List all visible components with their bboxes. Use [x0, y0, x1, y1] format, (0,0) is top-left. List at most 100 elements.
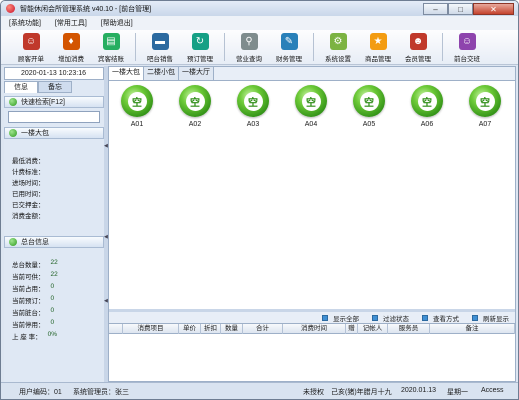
table-column-header[interactable]: 服务员 [388, 324, 430, 334]
tab-area-1[interactable]: 一楼大包 [109, 67, 144, 80]
bar-sale-icon: ▬ [151, 33, 169, 50]
room-status-icon: 空 [295, 85, 327, 117]
room-code: A06 [420, 121, 434, 128]
tab-area-3[interactable]: 一楼大厅 [179, 67, 214, 80]
stats-panel-title: 总台信息 [21, 239, 49, 246]
table-column-header[interactable]: 消费项目 [123, 324, 179, 334]
stats-row: 当前可供： 22 [12, 271, 58, 281]
toolbar-button-2[interactable]: ♦ 增加消费 [51, 30, 91, 65]
stats-label: 当前停用： [12, 322, 45, 329]
room-tile[interactable]: 空 A02 [177, 85, 213, 128]
toolbar-button-8[interactable]: ⚙ 系统设置 [318, 30, 358, 65]
finance-icon: ✎ [280, 33, 298, 50]
stats-row: 当前占用： 0 [12, 283, 54, 293]
room-tile[interactable]: 空 A05 [351, 85, 387, 128]
status-dot-icon [9, 129, 17, 137]
quick-search-header[interactable]: 快速检索[F12] [4, 96, 104, 108]
table-column-header[interactable]: 折扣 [201, 324, 221, 334]
menu-system[interactable]: [系统功能] [9, 18, 41, 28]
quick-search-input[interactable] [8, 111, 100, 123]
toolbar-button-9[interactable]: ★ 商品管理 [358, 30, 398, 65]
toolbar-button-11[interactable]: ☺ 前台交班 [447, 30, 487, 65]
table-column-header[interactable]: 记帐人 [358, 324, 388, 334]
consumption-table-header: 消费项目 单价 折扣 数量 合计 消费时间赠记帐人 服务员 备注 [109, 323, 515, 334]
row-selector-icon[interactable] [109, 324, 123, 334]
table-column-header[interactable]: 备注 [430, 324, 515, 334]
room-field-label: 最低消费： [12, 158, 45, 165]
toolbar-separator [224, 33, 225, 61]
refresh-button[interactable]: 刷新显示 [472, 313, 509, 323]
status-admin: 系统管理员：张三 [73, 389, 129, 396]
area-tabs: 一楼大包 二楼小包 一楼大厅 [109, 67, 515, 81]
room-status-icon: 空 [469, 85, 501, 117]
stats-value: 0 [50, 307, 55, 314]
toolbar-label: 预订管理 [187, 56, 213, 63]
tab-area-2[interactable]: 二楼小包 [144, 67, 179, 80]
toolbar-separator [313, 33, 314, 61]
room-status-text: 空 [301, 91, 321, 111]
stats-label: 总台数量： [12, 262, 45, 269]
status-auth: 未授权 [303, 389, 324, 396]
stats-row: 当前预订： 0 [12, 295, 54, 305]
settings-icon: ⚙ [329, 33, 347, 50]
show-all-button[interactable]: 显示全部 [322, 313, 359, 323]
stats-value: 22 [50, 271, 58, 278]
toolbar-label: 系统设置 [325, 56, 351, 63]
stats-row: 上 座 率： 0% [12, 331, 57, 341]
view-icon [422, 314, 428, 321]
stats-label: 当前脏台： [12, 310, 45, 317]
minimize-button[interactable]: – [423, 3, 448, 15]
status-user: 用户编码：01 [19, 389, 62, 396]
toolbar-label: 前台交班 [454, 56, 480, 63]
stats-value: 0 [50, 283, 55, 290]
table-column-header[interactable]: 合计 [243, 324, 283, 334]
query-icon: ⚲ [240, 33, 258, 50]
room-tile[interactable]: 空 A01 [119, 85, 155, 128]
room-field-label: 已交押金： [12, 202, 45, 209]
stats-panel-header[interactable]: 总台信息 [4, 236, 104, 248]
room-code: A02 [188, 121, 202, 128]
status-weekday: 星期一 [447, 389, 468, 396]
close-button[interactable]: ✕ [473, 3, 514, 15]
stats-row: 当前停用： 0 [12, 319, 54, 329]
table-column-header[interactable]: 数量 [221, 324, 243, 334]
room-code: A04 [304, 121, 318, 128]
table-column-header[interactable]: 单价 [179, 324, 201, 334]
toolbar-button-3[interactable]: ▤ 宾客结账 [91, 30, 131, 65]
tab-info[interactable]: 信息 [4, 81, 38, 93]
toolbar-button-10[interactable]: ☻ 会员管理 [398, 30, 438, 65]
stats-label: 当前预订： [12, 298, 45, 305]
room-tile[interactable]: 空 A06 [409, 85, 445, 128]
room-tile[interactable]: 空 A03 [235, 85, 271, 128]
filter-status-button[interactable]: 过滤状态 [372, 313, 409, 323]
toolbar-button-6[interactable]: ⚲ 营业查询 [229, 30, 269, 65]
maximize-button[interactable]: □ [448, 3, 473, 15]
consumption-table-body[interactable] [109, 334, 515, 381]
toolbar-button-4[interactable]: ▬ 吧台销售 [140, 30, 180, 65]
title-bar[interactable]: 智能休闲会所管理系统 v40.10 - [前台管理] – □ ✕ [1, 1, 518, 16]
room-status-text: 空 [417, 91, 437, 111]
toolbar-label: 宾客结账 [98, 56, 124, 63]
hall-panel-header[interactable]: 一楼大包 [4, 127, 104, 139]
toolbar-button-7[interactable]: ✎ 财务管理 [269, 30, 309, 65]
window-title: 智能休闲会所管理系统 v40.10 - [前台管理] [20, 5, 152, 13]
quick-search-label: 快速检索[F12] [21, 99, 65, 106]
table-column-header[interactable]: 赠 [346, 324, 358, 334]
room-tile[interactable]: 空 A04 [293, 85, 329, 128]
table-column-header[interactable]: 消费时间 [283, 324, 346, 334]
menu-help-exit[interactable]: [帮助退出] [101, 18, 133, 28]
room-tile[interactable]: 空 A07 [467, 85, 503, 128]
status-bar: 用户编码：01 系统管理员：张三 未授权 己亥(猪)年腊月十九 2020.01.… [1, 382, 518, 399]
room-status-text: 空 [243, 91, 263, 111]
room-code: A05 [362, 121, 376, 128]
toolbar-button-1[interactable]: ☺ 顾客开单 [11, 30, 51, 65]
view-mode-button[interactable]: 查看方式 [422, 313, 459, 323]
room-grid: 空 A01 空 A02 空 A03 空 A04 空 A05 空 A06 空 A07 [109, 81, 515, 309]
tab-memo[interactable]: 备忘 [38, 81, 72, 93]
menu-tools[interactable]: [常用工具] [55, 18, 87, 28]
stats-value: 0 [50, 319, 55, 326]
room-code: A07 [478, 121, 492, 128]
room-field-label: 已用时间： [12, 191, 45, 198]
left-panel: 2020-01-13 10:23:16 信息 备忘 快速检索[F12] 一楼大包… [4, 66, 104, 382]
toolbar-button-5[interactable]: ↻ 预订管理 [180, 30, 220, 65]
